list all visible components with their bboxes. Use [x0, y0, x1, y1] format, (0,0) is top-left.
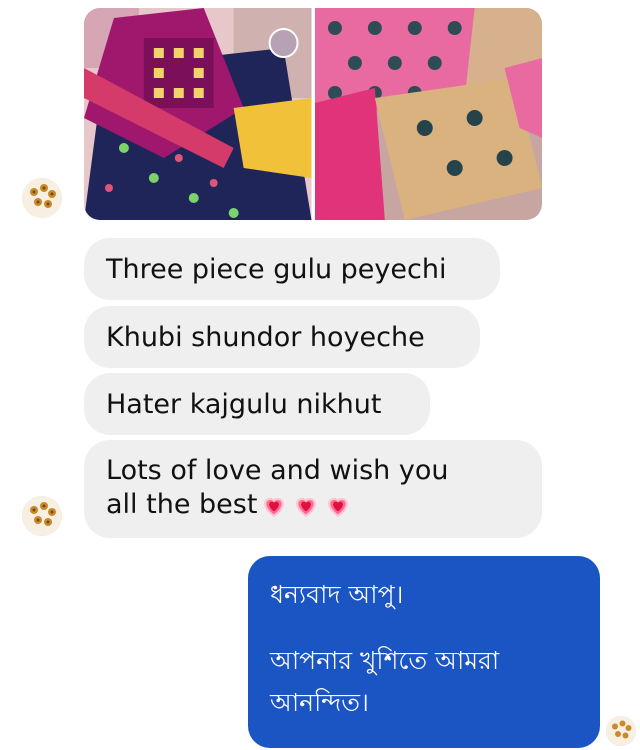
reply-line: আনন্দিত।: [270, 688, 369, 717]
jewelry-avatar-icon: [606, 716, 636, 746]
message-text: Three piece gulu peyechi: [106, 254, 447, 285]
message-text: Khubi shundor hoyeche: [106, 322, 425, 353]
message-text-line: all the best: [106, 489, 258, 520]
shared-photo-1[interactable]: [84, 8, 312, 220]
heart-emojis: [261, 489, 357, 523]
message-text: Hater kajgulu nikhut: [106, 389, 382, 420]
sender-avatar[interactable]: [22, 178, 62, 218]
incoming-message: Hater kajgulu nikhut: [84, 373, 430, 435]
heart-icon: [328, 497, 349, 518]
reply-line: ধন্যবাদ আপু।: [270, 580, 404, 609]
embroidered-dress-image: [314, 8, 542, 220]
jewelry-avatar-icon: [22, 178, 62, 218]
incoming-message: Khubi shundor hoyeche: [84, 306, 480, 368]
reply-line: আপনার খুশিতে আমরা: [270, 646, 500, 675]
heart-icon: [264, 497, 285, 518]
shared-photo-2[interactable]: [314, 8, 542, 220]
incoming-message: Lots of love and wish you all the best: [84, 440, 542, 538]
heart-icon: [296, 497, 317, 518]
message-text-line: Lots of love and wish you: [106, 455, 449, 486]
jewelry-avatar-icon: [22, 496, 62, 536]
incoming-message: Three piece gulu peyechi: [84, 238, 500, 300]
embroidered-dress-image: [84, 8, 312, 220]
outgoing-message: ধন্যবাদ আপু। আপনার খুশিতে আমরা আনন্দিত।: [248, 556, 600, 748]
shared-photo-grid: [84, 8, 542, 220]
sender-avatar[interactable]: [22, 496, 62, 536]
seen-receipt-avatar: [606, 716, 636, 746]
